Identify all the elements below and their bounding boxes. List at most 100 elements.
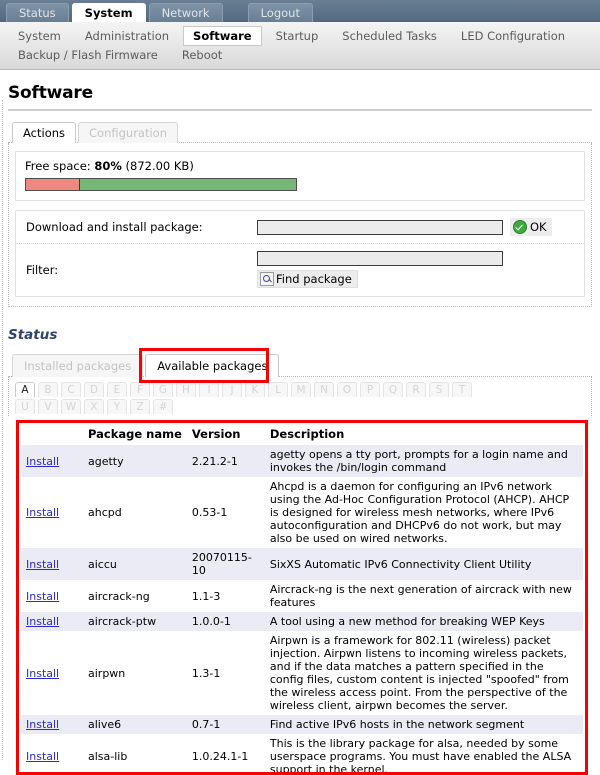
- th-package-name: Package name: [88, 427, 182, 441]
- install-link[interactable]: Install: [26, 558, 59, 571]
- tab-configuration[interactable]: Configuration: [78, 122, 179, 143]
- cell-version: 0.7-1: [186, 715, 265, 734]
- alpha-filter-v[interactable]: V: [38, 399, 58, 414]
- table-row: Install alive6 0.7-1 Find active IPv6 hosts…: [21, 715, 583, 734]
- alpha-filter-i[interactable]: I: [199, 382, 219, 397]
- subnav-item-led-configuration[interactable]: LED Configuration: [451, 26, 575, 46]
- free-space-percent: 80%: [94, 159, 122, 173]
- status-heading: Status: [8, 327, 58, 343]
- actions-panel: Free space: 80% (872.00 KB) Download and…: [8, 143, 592, 307]
- ok-button[interactable]: OK: [510, 218, 552, 236]
- table-row: Install alsa-lib 1.0.24.1-1 This is the lib…: [21, 734, 583, 772]
- install-link[interactable]: Install: [26, 455, 59, 468]
- alpha-filter-j[interactable]: J: [222, 382, 242, 397]
- alpha-filter-z[interactable]: Z: [130, 399, 150, 414]
- packages-table-head: Package name Version Description: [21, 425, 583, 445]
- secondary-nav-row-1: System Administration Software Startup S…: [8, 25, 592, 46]
- alpha-filter-o[interactable]: O: [337, 382, 357, 397]
- install-link[interactable]: Install: [26, 718, 59, 731]
- cell-description: Ahcpd is a daemon for configuring an IPv…: [264, 477, 583, 548]
- cell-action: Install: [21, 734, 83, 772]
- subnav-item-scheduled-tasks[interactable]: Scheduled Tasks: [332, 26, 447, 46]
- subnav-item-startup[interactable]: Startup: [266, 26, 329, 46]
- install-link[interactable]: Install: [26, 615, 59, 628]
- install-link[interactable]: Install: [26, 750, 59, 763]
- th-action: [21, 425, 83, 445]
- cell-version: 1.0.24.1-1: [186, 734, 265, 772]
- filter-label: Filter:: [26, 263, 59, 277]
- install-link[interactable]: Install: [26, 667, 59, 680]
- alpha-filter-s[interactable]: S: [429, 382, 449, 397]
- nav-tab-system[interactable]: System: [71, 3, 146, 22]
- alpha-filter-f[interactable]: F: [130, 382, 150, 397]
- cell-action: Install: [21, 612, 83, 631]
- nav-tab-logout[interactable]: Logout: [247, 3, 313, 22]
- cell-version: 1.0.0-1: [186, 612, 265, 631]
- page-title: Software: [8, 83, 592, 111]
- nav-tab-status[interactable]: Status: [6, 3, 69, 22]
- alpha-filter-a[interactable]: A: [15, 382, 35, 397]
- cell-action: Install: [21, 715, 83, 734]
- packages-table-highlight: Package name Version Description Install…: [16, 420, 588, 775]
- alpha-filter-k[interactable]: K: [245, 382, 265, 397]
- nav-tab-network[interactable]: Network: [148, 3, 223, 22]
- alpha-filter-y[interactable]: Y: [107, 399, 127, 414]
- cell-description: Find active IPv6 hosts in the network se…: [264, 715, 583, 734]
- secondary-nav: System Administration Software Startup S…: [0, 22, 600, 70]
- alpha-filter-d[interactable]: D: [84, 382, 104, 397]
- primary-nav: Status System Network Logout: [0, 0, 600, 22]
- alpha-filter-e[interactable]: E: [107, 382, 127, 397]
- install-link[interactable]: Install: [26, 590, 59, 603]
- subnav-item-reboot[interactable]: Reboot: [172, 45, 232, 65]
- secondary-nav-row-2: Backup / Flash Firmware Reboot: [8, 45, 592, 64]
- cell-description: Aircrack-ng is the next generation of ai…: [264, 580, 583, 612]
- cell-version: 0.53-1: [186, 477, 265, 548]
- cell-package-name: aircrack-ng: [83, 580, 187, 612]
- alpha-filter-n[interactable]: N: [314, 382, 334, 397]
- table-row: Install aircrack-ptw 1.0.0-1 A tool using a…: [21, 612, 583, 631]
- install-link[interactable]: Install: [26, 506, 59, 519]
- package-form: Download and install package: OK Filter:…: [15, 210, 585, 297]
- page-content: Software Actions Configuration Free spac…: [0, 83, 600, 775]
- download-package-input[interactable]: [257, 219, 503, 235]
- alpha-filter-q[interactable]: Q: [383, 382, 403, 397]
- alpha-filter-t[interactable]: T: [452, 382, 472, 397]
- check-circle-icon: [513, 220, 527, 234]
- free-space-size: (872.00 KB): [121, 159, 194, 173]
- subnav-item-administration[interactable]: Administration: [75, 26, 179, 46]
- table-row: Install ahcpd 0.53-1 Ahcpd is a daemon for …: [21, 477, 583, 548]
- alpha-filter-p[interactable]: P: [360, 382, 380, 397]
- alpha-filter-g[interactable]: G: [153, 382, 173, 397]
- table-row: Install airpwn 1.3-1 Airpwn is a framework …: [21, 631, 583, 715]
- alpha-filter-h[interactable]: H: [176, 382, 196, 397]
- alpha-filter-l[interactable]: L: [268, 382, 288, 397]
- subnav-item-system[interactable]: System: [8, 26, 71, 46]
- subnav-item-backup-flash-firmware[interactable]: Backup / Flash Firmware: [8, 45, 168, 65]
- alpha-filter-c[interactable]: C: [61, 382, 81, 397]
- cell-version: 20070115-10: [186, 548, 265, 580]
- tab-available-packages[interactable]: Available packages: [145, 354, 280, 377]
- package-tabs-wrapper: Installed packages Available packages: [8, 348, 592, 383]
- alpha-filter-r[interactable]: R: [406, 382, 426, 397]
- find-package-button[interactable]: Find package: [257, 270, 358, 288]
- filter-controls: Find package: [257, 251, 503, 289]
- free-space-progressbar: [25, 178, 297, 191]
- cell-package-name: alive6: [83, 715, 187, 734]
- cell-action: Install: [21, 477, 83, 548]
- tab-actions[interactable]: Actions: [12, 122, 77, 143]
- alpha-filter-w[interactable]: W: [61, 399, 81, 414]
- alpha-filter-x[interactable]: X: [84, 399, 104, 414]
- download-install-label: Download and install package:: [26, 220, 203, 234]
- alpha-filter-u[interactable]: U: [15, 399, 35, 414]
- cell-description: Airpwn is a framework for 802.11 (wirele…: [264, 631, 583, 715]
- cell-package-name: ahcpd: [83, 477, 187, 548]
- free-space-prefix: Free space:: [25, 159, 95, 173]
- subnav-item-software[interactable]: Software: [183, 25, 262, 46]
- alpha-filter-b[interactable]: B: [38, 382, 58, 397]
- cell-action: Install: [21, 580, 83, 612]
- alpha-filter-m[interactable]: M: [291, 382, 311, 397]
- cbi-tabbar: Actions Configuration: [8, 121, 592, 143]
- alpha-filter-hash[interactable]: #: [153, 399, 173, 414]
- tab-installed-packages[interactable]: Installed packages: [12, 354, 144, 377]
- filter-input[interactable]: [257, 251, 503, 266]
